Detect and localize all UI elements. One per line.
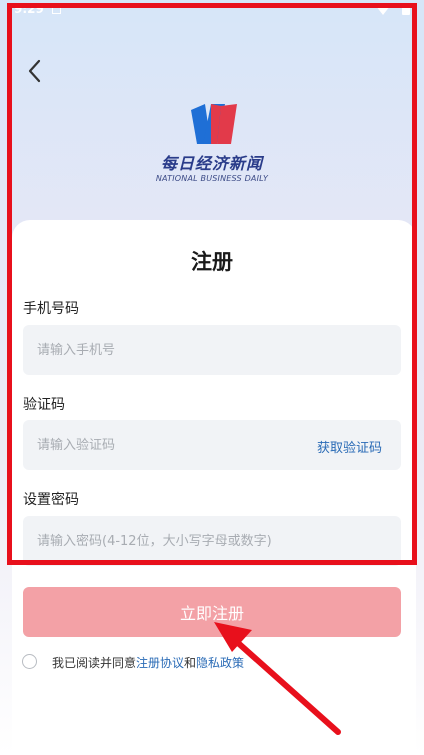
back-button[interactable]	[22, 56, 50, 86]
page-title: 注册	[191, 250, 233, 274]
agreement-prefix: 我已阅读并同意	[52, 656, 137, 670]
register-button[interactable]: 立即注册	[23, 587, 401, 637]
privacy-link[interactable]: 隐私政策	[196, 656, 244, 670]
battery-icon	[402, 3, 410, 15]
wifi-icon	[376, 3, 390, 15]
agree-radio-button[interactable]	[22, 654, 37, 669]
agreement-conjunction: 和	[184, 656, 197, 670]
status-time: 9:29	[14, 2, 44, 16]
logo-name-en: NATIONAL BUSINESS DAILY	[155, 174, 269, 183]
code-label: 验证码	[23, 397, 65, 413]
terms-link[interactable]: 注册协议	[136, 656, 184, 670]
nbd-logo-icon	[191, 104, 237, 144]
back-arrow-icon	[28, 59, 41, 83]
phone-label: 手机号码	[23, 301, 79, 317]
password-input[interactable]	[23, 516, 401, 566]
password-label: 设置密码	[23, 492, 79, 508]
phone-input[interactable]	[23, 325, 401, 375]
logo-name-cn: 每日经济新闻	[160, 154, 263, 173]
agreement-text: 我已阅读并同意注册协议和隐私政策	[52, 654, 244, 671]
notification-icon	[52, 5, 61, 14]
status-bar: 9:29	[0, 0, 424, 20]
get-code-button[interactable]: 获取验证码	[317, 437, 382, 456]
